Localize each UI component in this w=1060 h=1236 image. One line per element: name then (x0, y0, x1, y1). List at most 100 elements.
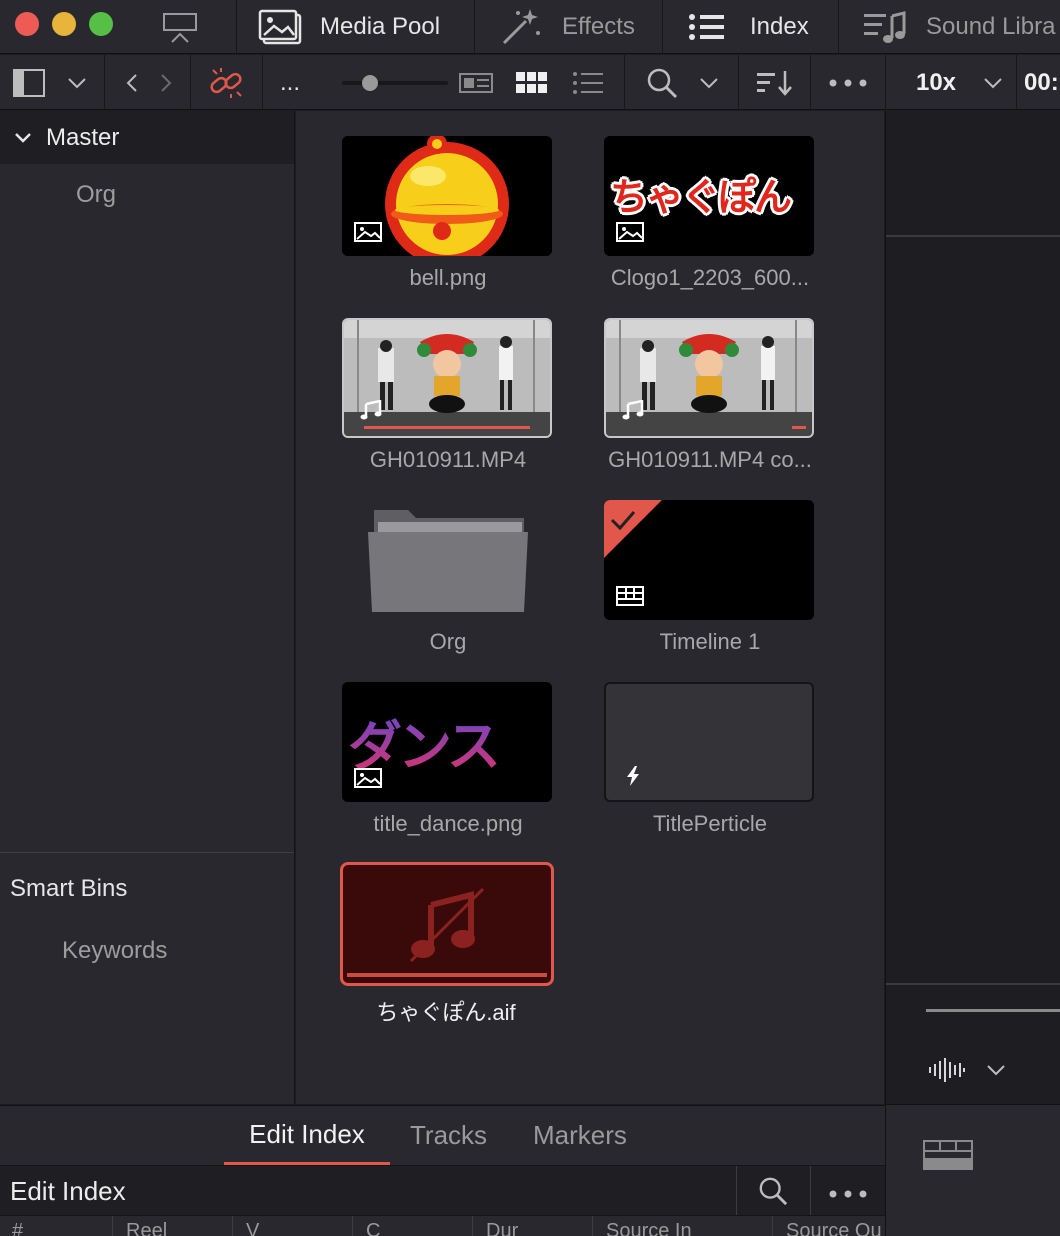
column-header-c[interactable]: C (366, 1220, 380, 1236)
timecode-display: 00: (1024, 68, 1059, 96)
smart-bins-title: Smart Bins (10, 875, 128, 902)
timeline-view-icon (923, 1140, 973, 1170)
search-icon (647, 68, 678, 98)
clip-name: Org (429, 629, 467, 654)
effects-label: Effects (562, 13, 635, 40)
grid-icon (516, 71, 547, 93)
tab-tracks[interactable]: Tracks (410, 1106, 487, 1165)
viewer-panel (885, 111, 1060, 1236)
image-icon (354, 768, 382, 788)
search-button[interactable] (642, 55, 682, 110)
folder-org[interactable]: Org (342, 500, 554, 655)
divider (810, 1166, 811, 1216)
present-icon (163, 13, 197, 43)
chevron-down-icon (700, 77, 718, 88)
clip-thumbnail: ダンス (342, 682, 552, 802)
column-header-source-in[interactable]: Source In (606, 1220, 692, 1236)
waveform-icon (929, 1058, 965, 1082)
media-grid: bell.png ちゃぐぽん Clogo1_2203_600... GH0109… (296, 111, 884, 1104)
window-close-button[interactable] (15, 12, 39, 36)
clip-name: GH010911.MP4 co... (608, 447, 812, 472)
index-button[interactable]: Index (688, 0, 809, 54)
ellipsis-icon (829, 79, 867, 86)
offline-audio-icon (347, 887, 547, 977)
clip-name: GH010911.MP4 (369, 447, 527, 472)
clip-thumbnail (340, 862, 554, 986)
clip-thumbnail (604, 318, 814, 438)
divider (0, 852, 294, 853)
back-button[interactable] (118, 55, 146, 110)
present-button[interactable] (160, 0, 206, 54)
metadata-view-icon (459, 72, 493, 93)
tab-edit-index[interactable]: Edit Index (224, 1106, 390, 1165)
image-icon (616, 222, 644, 242)
clip-logo[interactable]: ちゃぐぽん Clogo1_2203_600... (604, 136, 816, 291)
clip-video-copy[interactable]: GH010911.MP4 co... (604, 318, 816, 473)
sound-library-label: Sound Libra (926, 13, 1056, 40)
search-options-dropdown[interactable] (692, 55, 726, 110)
media-pool-toolbar: ... 10x 00: (0, 55, 1060, 110)
chevron-down-icon (68, 77, 86, 88)
folder-icon (368, 510, 528, 612)
list-view-icon (573, 71, 603, 94)
zoom-level[interactable]: 10x (906, 55, 966, 110)
sort-button[interactable] (752, 55, 796, 110)
chevron-down-icon (984, 77, 1002, 88)
magic-wand-icon (502, 9, 540, 45)
clip-video[interactable]: GH010911.MP4 (342, 318, 554, 473)
index-options-button[interactable] (828, 1186, 868, 1204)
clip-bell[interactable]: bell.png (342, 136, 554, 291)
clip-name: bell.png (409, 265, 487, 290)
tab-markers[interactable]: Markers (533, 1106, 627, 1165)
audio-icon (360, 400, 382, 420)
bin-master-label: Master (46, 123, 120, 151)
forward-button[interactable] (152, 55, 180, 110)
toggle-bins-button[interactable] (8, 55, 50, 110)
clip-name: Clogo1_2203_600... (610, 265, 810, 290)
logo-thumbnail-text: ちゃぐぽん (610, 177, 792, 219)
clip-timeline[interactable]: Timeline 1 (604, 500, 816, 655)
image-icon (354, 222, 382, 242)
column-header-v[interactable]: V (246, 1220, 259, 1236)
thumbnail-size-slider[interactable] (340, 55, 450, 110)
lightning-icon (627, 766, 639, 786)
index-search-button[interactable] (758, 1176, 788, 1211)
audio-level-bar (926, 1009, 1060, 1012)
top-bar: Media Pool Effects Index Sound Libra (0, 0, 1060, 54)
bin-master[interactable]: Master (0, 111, 294, 164)
column-header-source-out[interactable]: Source Ou (786, 1220, 882, 1236)
window-zoom-button[interactable] (89, 12, 113, 36)
options-menu-button[interactable] (822, 55, 874, 110)
clip-thumbnail (604, 682, 814, 802)
metadata-view-button[interactable] (456, 55, 496, 110)
bin-org[interactable]: Org (76, 181, 116, 209)
bin-options-dropdown[interactable] (60, 55, 94, 110)
thumbnail-view-button[interactable] (512, 55, 552, 110)
column-header-reel[interactable]: Reel (126, 1220, 167, 1236)
window-minimize-button[interactable] (52, 12, 76, 36)
clip-thumbnail (604, 500, 814, 620)
media-pool-icon (258, 9, 302, 45)
effects-button[interactable]: Effects (500, 0, 635, 54)
smart-bin-keywords[interactable]: Keywords (62, 937, 167, 965)
list-icon (689, 14, 724, 40)
audio-options-dropdown[interactable] (986, 1063, 1006, 1081)
zoom-dropdown[interactable] (976, 55, 1010, 110)
audio-waveform-button[interactable] (928, 1057, 966, 1088)
clip-title-particle[interactable]: TitlePerticle (604, 682, 816, 837)
relink-button[interactable] (204, 55, 248, 110)
column-header-number[interactable]: # (12, 1220, 23, 1236)
viewer-bottom-panel (886, 1104, 1060, 1236)
more-options-label[interactable]: ... (270, 55, 310, 110)
media-pool-button[interactable]: Media Pool (256, 0, 440, 54)
column-header-dur[interactable]: Dur (486, 1220, 518, 1236)
timeline-view-button[interactable] (922, 1139, 974, 1176)
clip-thumbnail (342, 136, 552, 256)
sound-library-button[interactable]: Sound Libra (862, 0, 1055, 54)
clip-audio-offline[interactable]: ちゃぐぽん.aif (340, 862, 554, 1027)
chevron-down-icon (15, 132, 31, 143)
chevron-left-icon (126, 73, 137, 92)
list-view-button[interactable] (568, 55, 608, 110)
index-header: Edit Index (0, 1165, 885, 1216)
clip-title-dance[interactable]: ダンス title_dance.png (342, 682, 554, 837)
